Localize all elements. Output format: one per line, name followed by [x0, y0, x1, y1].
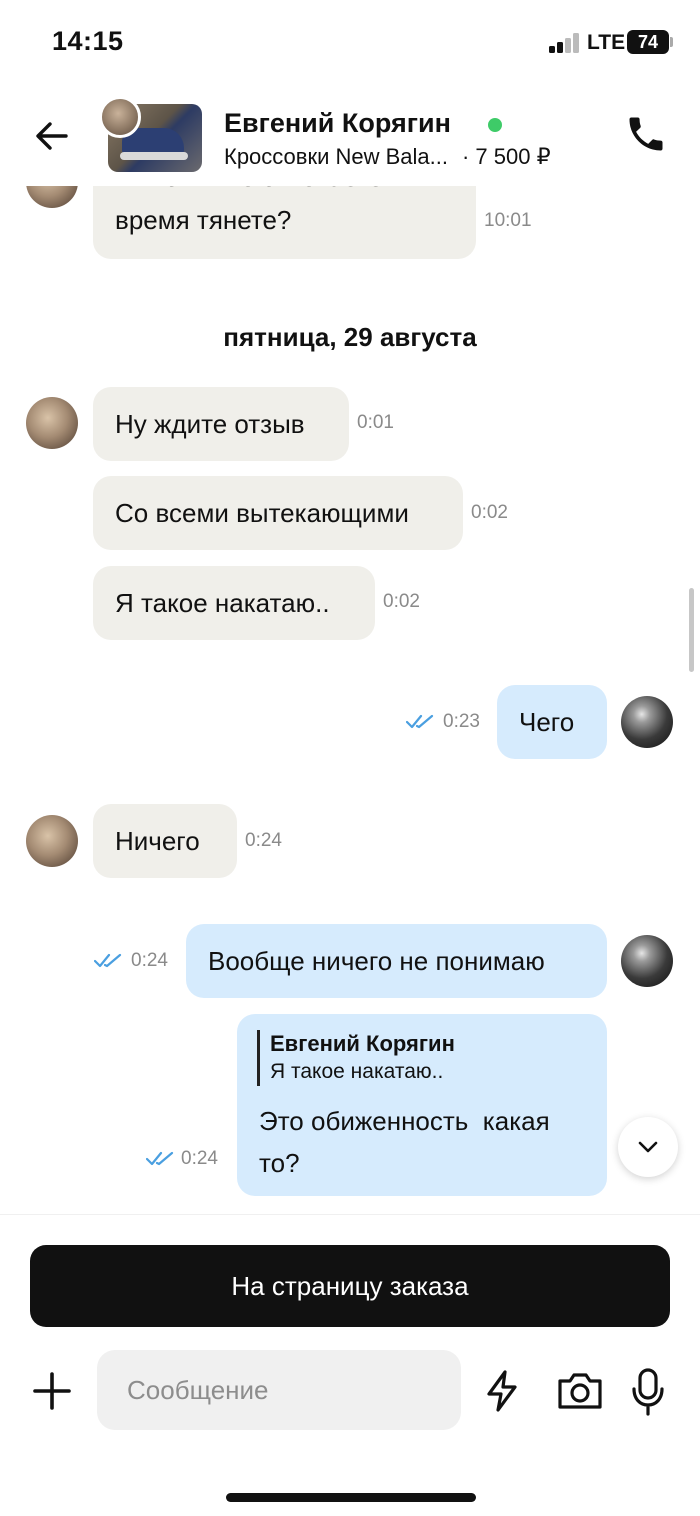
message-time: 0:01	[357, 412, 394, 433]
voice-message-button[interactable]	[630, 1367, 666, 1417]
camera-icon	[558, 1373, 602, 1409]
read-ticks-icon	[406, 714, 434, 729]
attach-button[interactable]	[30, 1369, 74, 1413]
call-button[interactable]	[624, 112, 668, 156]
message-list[interactable]: А что вы не отвечаете и время тянете? 10…	[0, 186, 700, 1214]
read-ticks-icon	[146, 1151, 174, 1166]
quoted-message[interactable]: Евгений Корягин Я такое накатаю..	[257, 1030, 455, 1086]
camera-button[interactable]	[556, 1371, 604, 1411]
message-bubble-outgoing[interactable]: Чего	[497, 685, 607, 759]
message-text-line: Это обиженность какая	[259, 1106, 550, 1136]
chat-header: Евгений Корягин Кроссовки New Bala... · 7…	[0, 84, 700, 186]
lightning-icon	[487, 1370, 517, 1412]
status-bar: 14:15 LTE 74	[0, 0, 700, 84]
scrollbar[interactable]	[689, 588, 694, 672]
message-text: А что вы не отвечаете и	[115, 186, 454, 200]
quoted-text: Я такое накатаю..	[270, 1060, 444, 1083]
message-text: Ничего	[115, 826, 200, 856]
sender-avatar	[26, 815, 78, 867]
order-page-button[interactable]: На страницу заказа	[30, 1245, 670, 1327]
message-bubble-incoming[interactable]: Ну ждите отзыв	[93, 387, 349, 461]
my-avatar	[621, 935, 673, 987]
message-text: Со всеми вытекающими	[115, 498, 409, 528]
contact-name[interactable]: Евгений Корягин	[224, 108, 451, 139]
product-info[interactable]: Кроссовки New Bala... · 7 500 ₽	[224, 144, 551, 170]
sender-avatar	[26, 186, 78, 208]
message-bubble-incoming[interactable]: Я такое накатаю..	[93, 566, 375, 640]
message-text-line: то?	[259, 1148, 300, 1178]
online-status-icon	[488, 118, 502, 132]
message-bubble-incoming[interactable]: А что вы не отвечаете и время тянете?	[93, 186, 476, 259]
status-time: 14:15	[52, 26, 124, 56]
network-type: LTE	[587, 31, 626, 54]
battery-icon: 74	[627, 30, 669, 54]
product-price: · 7 500 ₽	[461, 144, 551, 169]
phone-icon	[629, 117, 663, 151]
home-indicator[interactable]	[226, 1493, 476, 1502]
message-bubble-incoming[interactable]: Со всеми вытекающими	[93, 476, 463, 550]
message-text: Ну ждите отзыв	[115, 409, 305, 439]
message-time: 0:24	[245, 830, 282, 851]
back-button[interactable]	[30, 114, 74, 158]
message-time: 0:24	[181, 1148, 218, 1169]
sneaker-sole	[120, 152, 188, 160]
message-time: 0:23	[443, 711, 480, 732]
sender-avatar	[26, 397, 78, 449]
message-text: Чего	[519, 707, 575, 737]
quoted-author: Евгений Корягин	[270, 1031, 455, 1056]
signal-strength-icon	[549, 33, 581, 53]
message-bubble-outgoing-reply[interactable]: Евгений Корягин Я такое накатаю.. Это об…	[237, 1014, 607, 1196]
message-text: Вообще ничего не понимаю	[208, 946, 545, 976]
microphone-icon	[632, 1368, 664, 1416]
my-avatar	[621, 696, 673, 748]
chevron-down-icon	[638, 1141, 658, 1153]
arrow-left-icon	[36, 122, 68, 150]
message-text: Я такое накатаю..	[115, 588, 330, 618]
battery-tip	[670, 37, 673, 47]
product-title: Кроссовки New Bala...	[224, 144, 448, 169]
message-text: время тянете?	[115, 205, 292, 235]
message-input[interactable]	[97, 1350, 461, 1430]
composer-area: На страницу заказа	[0, 1214, 700, 1516]
message-time: 0:02	[383, 591, 420, 612]
message-time: 0:24	[131, 950, 168, 971]
message-text: Это обиженность какая то?	[259, 1100, 550, 1184]
message-time: 10:01	[484, 210, 532, 231]
scroll-to-bottom-button[interactable]	[618, 1117, 678, 1177]
message-time: 0:02	[471, 502, 508, 523]
message-bubble-outgoing[interactable]: Вообще ничего не понимаю	[186, 924, 607, 998]
quick-replies-button[interactable]	[484, 1369, 520, 1413]
read-ticks-icon	[94, 953, 122, 968]
message-bubble-incoming[interactable]: Ничего	[93, 804, 237, 878]
date-separator: пятница, 29 августа	[223, 322, 477, 352]
contact-avatar[interactable]	[99, 96, 141, 138]
plus-icon	[33, 1372, 71, 1410]
